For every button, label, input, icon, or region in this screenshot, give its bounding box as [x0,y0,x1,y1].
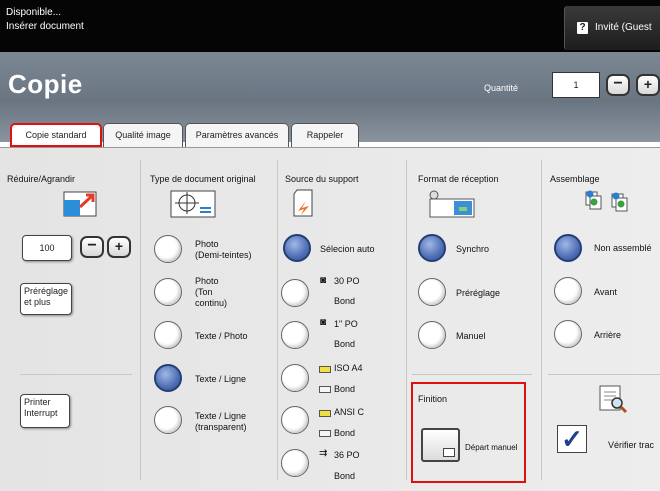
doc-type-text-line-transparent-label: Texte / Ligne (transparent) [195,411,247,433]
help-icon: ? [577,22,588,34]
reduce-enlarge-title: Réduire/Agrandir [7,174,76,184]
zoom-increment-button[interactable]: + [107,236,131,258]
document-verify-icon [598,384,628,416]
source-36po-label: 36 PO [334,450,360,460]
tab-rappeler[interactable]: Rappeler [291,123,359,147]
quantity-increment-button[interactable]: + [636,74,660,96]
source-iso-a4-radio[interactable] [281,364,309,392]
doc-type-photo-halftone-radio[interactable] [154,235,182,263]
source-ansi-c-media: Bond [334,428,356,438]
output-manual-radio[interactable] [418,321,446,349]
source-36po-radio[interactable] [281,449,309,477]
collation-front-radio[interactable] [554,277,582,305]
zoom-decrement-button[interactable]: − [80,236,104,258]
divider [412,374,532,375]
collation-icon [584,188,634,222]
tray-icon [319,410,331,417]
roll-icon: ◙ [320,317,327,328]
document-type-title: Type de document original [150,174,256,184]
collation-back-radio[interactable] [554,320,582,348]
guest-user-label: Invité (Guest [595,22,652,33]
collation-uncollated-label: Non assemblé [594,243,652,253]
page-title: Copie [8,69,83,99]
source-1po-media: Bond [334,339,356,349]
label-line: continu) [195,298,228,308]
verify-trace-checkbox[interactable]: ✓ [557,425,587,453]
doc-type-photo-continuous-label: Photo (Ton continu) [195,276,227,309]
printer-interrupt-button[interactable]: Printer Interrupt [20,394,70,428]
quantity-decrement-button[interactable]: − [606,74,630,96]
doc-type-text-photo-label: Texte / Photo [195,331,248,341]
doc-type-photo-halftone-label: Photo (Demi-teintes) [195,239,252,261]
source-ansi-c-label: ANSI C [334,407,365,417]
doc-type-text-line-label: Texte / Ligne [195,374,247,384]
label-line: (transparent) [195,422,247,432]
output-preset-label: Préréglage [456,288,501,298]
output-preset-radio[interactable] [418,278,446,306]
source-30po-label: 30 PO [334,276,360,286]
divider [140,160,141,480]
roll-icon: ◙ [320,275,327,286]
label-line: Texte / Ligne [195,411,247,421]
quantity-label: Quantité [484,83,519,93]
collation-uncollated-radio[interactable] [554,234,582,262]
status-bar: Disponible... Insérer document ? Invité … [0,0,660,52]
paper-icon [319,386,331,393]
source-36po-media: Bond [334,471,356,481]
divider [20,374,132,375]
preset-label-line1: Préréglage [24,286,69,296]
tab-qualite-image[interactable]: Qualité image [103,123,183,147]
source-ansi-c-radio[interactable] [281,406,309,434]
divider [541,160,542,480]
label-line: (Ton [195,287,213,297]
label-line: Photo [195,276,219,286]
paper-source-title: Source du support [285,174,359,184]
preset-label-line2: et plus [24,297,51,307]
source-1po-radio[interactable] [281,321,309,349]
tray-icon [319,366,331,373]
doc-type-text-photo-radio[interactable] [154,321,182,349]
guest-user-button[interactable]: ? Invité (Guest [564,6,660,50]
tab-parametres-avances[interactable]: Paramètres avancés [185,123,289,147]
source-iso-a4-media: Bond [334,384,356,394]
doc-type-text-line-transparent-radio[interactable] [154,406,182,434]
output-synchro-label: Synchro [456,244,490,254]
quantity-input[interactable]: 1 [552,72,600,98]
zoom-value-input[interactable]: 100 [22,235,72,261]
collation-front-label: Avant [594,287,617,297]
status-text: Disponible... [6,7,62,18]
paper-source-icon [292,189,314,219]
label-line: (Demi-teintes) [195,250,252,260]
doc-type-photo-continuous-radio[interactable] [154,278,182,306]
output-synchro-radio[interactable] [418,234,446,262]
divider [406,160,407,480]
output-format-title: Format de réception [418,174,499,184]
status-subtext: Insérer document [6,21,84,32]
tab-copie-standard[interactable]: Copie standard [10,123,102,147]
preset-button[interactable]: Préréglage et plus [20,283,72,315]
source-auto-label: Sélecion auto [320,244,375,254]
source-30po-radio[interactable] [281,279,309,307]
doc-type-text-line-radio[interactable] [154,364,182,392]
output-format-icon [428,189,476,221]
manual-start-button[interactable] [421,428,460,462]
collation-title: Assemblage [550,174,600,184]
bypass-icon: ⇉ [319,448,328,459]
label-line: Photo [195,239,219,249]
divider [548,374,660,375]
document-type-icon [170,190,216,220]
printer-interrupt-line1: Printer [24,397,51,407]
divider [277,160,278,480]
paper-icon [319,430,331,437]
source-iso-a4-label: ISO A4 [334,363,363,373]
source-auto-radio[interactable] [283,234,311,262]
printer-interrupt-line2: Interrupt [24,408,58,418]
verify-trace-label: Vérifier trac [608,440,655,450]
collation-back-label: Arrière [594,330,622,340]
output-manual-label: Manuel [456,331,486,341]
source-1po-label: 1" PO [334,319,358,329]
source-30po-media: Bond [334,296,356,306]
reduce-enlarge-icon [63,191,97,219]
